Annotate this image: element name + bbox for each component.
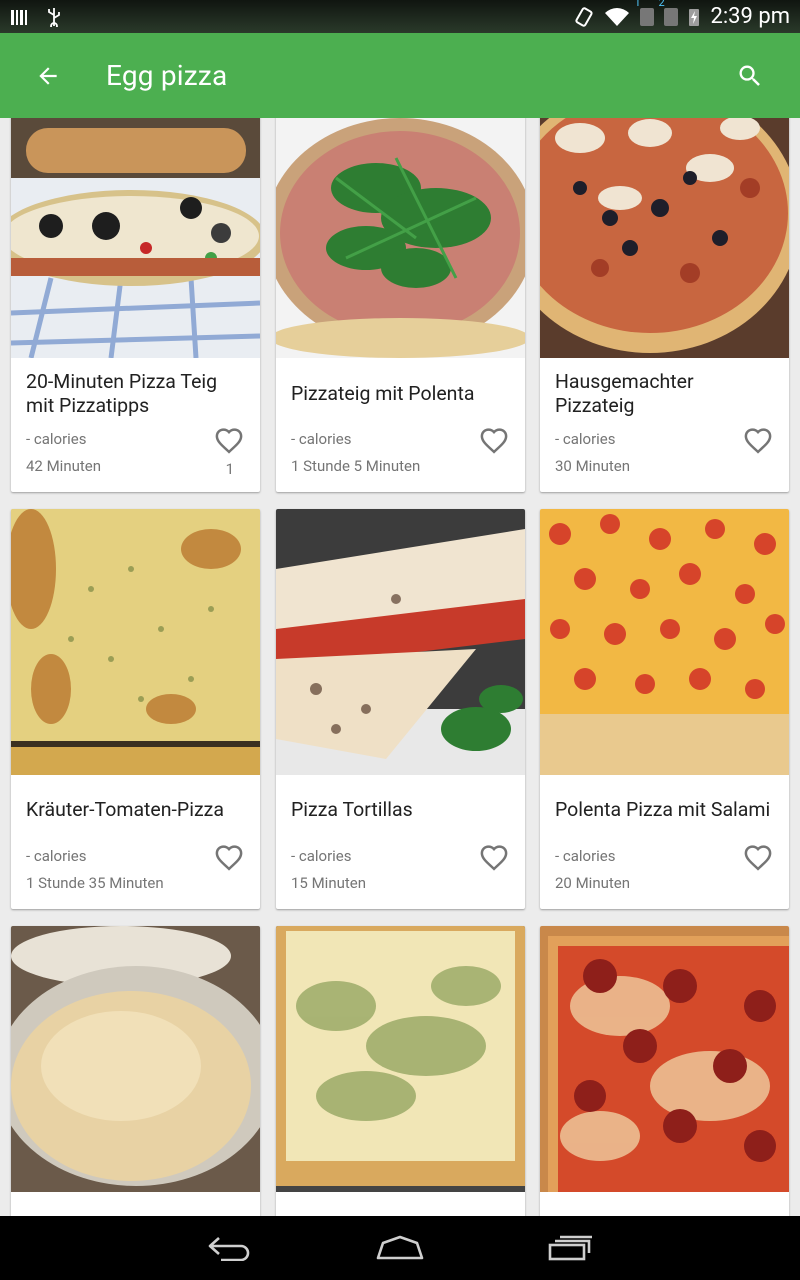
recipe-grid: 20-Minuten Pizza Teig mit Pizzatipps - c… xyxy=(0,118,800,1216)
barcode-icon xyxy=(11,9,27,25)
app-bar: Egg pizza xyxy=(0,33,800,118)
recipe-image xyxy=(276,926,525,1192)
recipe-calories: - calories xyxy=(26,847,87,865)
heart-icon[interactable] xyxy=(743,426,773,454)
favorite-count: 1 xyxy=(225,460,234,478)
rotate-icon xyxy=(575,6,594,27)
recipe-time: 1 Stunde 5 Minuten xyxy=(291,457,421,475)
recipe-image xyxy=(276,509,525,775)
recipe-time: 30 Minuten xyxy=(555,457,631,475)
recipe-image xyxy=(11,926,260,1192)
recipe-name: Hausgemachter Pizzateig xyxy=(555,370,694,417)
heart-icon[interactable] xyxy=(743,843,773,871)
nav-home-button[interactable] xyxy=(315,1216,485,1280)
nav-recents-button[interactable] xyxy=(485,1216,655,1280)
recipe-image xyxy=(11,509,260,775)
search-button[interactable] xyxy=(725,51,775,101)
sim-1-icon: 1 xyxy=(634,0,655,26)
recipe-calories: - calories xyxy=(291,847,352,865)
recipe-image xyxy=(540,118,789,358)
recipe-image xyxy=(540,926,789,1192)
recipe-card[interactable]: Polenta Pizza mit Salami - calories 20 M… xyxy=(540,509,789,909)
recipe-card[interactable]: 20-Minuten Pizza Teig mit Pizzatipps - c… xyxy=(11,118,260,492)
recipe-image xyxy=(276,118,525,358)
recipe-calories: - calories xyxy=(26,430,87,448)
recipe-name: Polenta Pizza mit Salami xyxy=(555,798,771,821)
nav-home-icon xyxy=(376,1235,424,1260)
page-title: Egg pizza xyxy=(106,59,228,92)
recipe-name: Pizza Tortillas xyxy=(291,798,413,821)
heart-icon[interactable] xyxy=(214,843,244,871)
recipe-calories: - calories xyxy=(555,430,616,448)
recipe-time: 42 Minuten xyxy=(26,457,102,475)
nav-back-button[interactable] xyxy=(145,1216,315,1280)
recipe-name: 20-Minuten Pizza Teig mit Pizzatipps xyxy=(26,370,218,417)
heart-icon[interactable] xyxy=(479,843,509,871)
sim-2-icon: 2 xyxy=(658,0,679,26)
heart-icon[interactable] xyxy=(479,426,509,454)
battery-icon xyxy=(689,8,700,26)
heart-icon[interactable] xyxy=(214,426,244,454)
nav-recents-icon xyxy=(548,1235,592,1261)
recipe-time: 20 Minuten xyxy=(555,874,631,892)
recipe-card[interactable]: Pizza Tortillas - calories 15 Minuten xyxy=(276,509,525,909)
nav-back-icon xyxy=(208,1237,250,1261)
navigation-bar xyxy=(0,1216,800,1280)
recipe-time: 15 Minuten xyxy=(291,874,367,892)
recipe-name: Kräuter-Tomaten-Pizza xyxy=(26,798,224,821)
recipe-image xyxy=(540,509,789,775)
recipe-card[interactable] xyxy=(276,926,525,1216)
recipe-card[interactable] xyxy=(11,926,260,1216)
search-icon xyxy=(739,65,760,86)
arrow-back-icon xyxy=(39,66,57,85)
recipe-calories: - calories xyxy=(555,847,616,865)
recipe-time: 1 Stunde 35 Minuten xyxy=(26,874,164,892)
recipe-card[interactable] xyxy=(540,926,789,1216)
back-button[interactable] xyxy=(23,51,73,101)
recipe-card[interactable]: Kräuter-Tomaten-Pizza - calories 1 Stund… xyxy=(11,509,260,909)
wifi-icon xyxy=(605,7,630,26)
clock: 2:39 pm xyxy=(710,4,790,29)
status-bar: 1 2 2:39 pm xyxy=(0,0,800,33)
recipe-calories: - calories xyxy=(291,430,352,448)
recipe-image xyxy=(11,118,260,358)
recipe-card[interactable]: Hausgemachter Pizzateig - calories 30 Mi… xyxy=(540,118,789,492)
recipe-name: Pizzateig mit Polenta xyxy=(291,382,475,405)
recipe-card[interactable]: Pizzateig mit Polenta - calories 1 Stund… xyxy=(276,118,525,492)
usb-icon xyxy=(48,7,60,27)
